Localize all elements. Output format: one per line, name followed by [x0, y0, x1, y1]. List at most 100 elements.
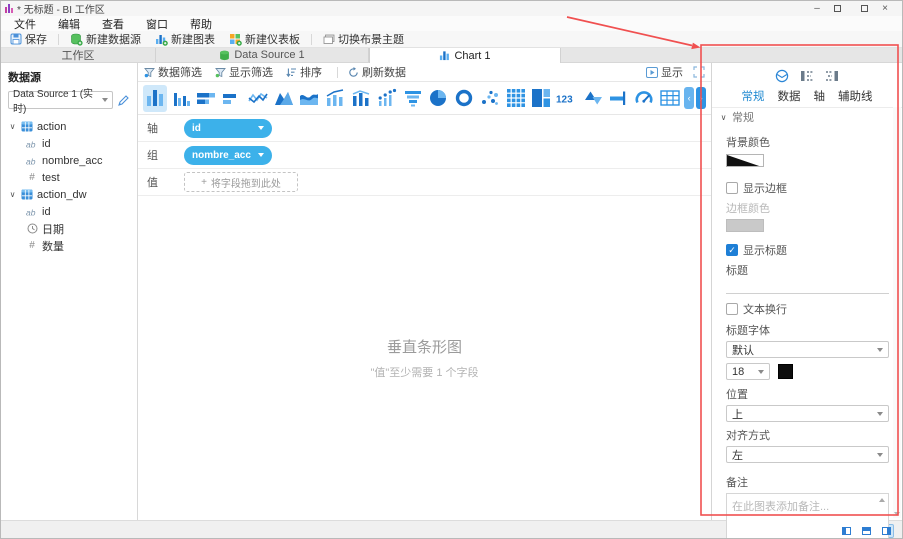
new-dashboard-button[interactable]: 新建仪表板 — [224, 32, 305, 47]
value-label: 值 — [147, 174, 184, 190]
align-select[interactable]: 左 — [726, 446, 889, 463]
bar-line-combo-chart-button[interactable] — [323, 85, 347, 112]
tree-field-test[interactable]: # test — [8, 169, 130, 186]
string-field-icon: ab — [25, 139, 39, 149]
bullet-chart-button[interactable] — [607, 85, 631, 112]
horizontal-bar-chart-button[interactable] — [220, 85, 244, 112]
tree-table-action[interactable]: ∨ action — [8, 118, 130, 135]
display-button[interactable]: 显示 — [646, 64, 683, 80]
scroll-down-icon — [894, 512, 900, 516]
table-icon — [20, 189, 34, 200]
tab-datasource-label: Data Source 1 — [234, 49, 304, 61]
scroll-up-icon[interactable] — [879, 498, 885, 502]
tab-chart[interactable]: Chart 1 — [369, 48, 561, 63]
refresh-label: 刷新数据 — [362, 64, 406, 80]
chart-types-next-button[interactable]: › — [696, 87, 706, 109]
datasource-select[interactable]: Data Source 1 (实时) — [8, 91, 113, 109]
save-button[interactable]: 保存 — [5, 32, 52, 47]
gauge-chart-button[interactable] — [633, 85, 657, 112]
tree-table-action-dw[interactable]: ∨ action_dw — [8, 186, 130, 203]
app-logo-icon — [5, 4, 13, 13]
align-value: 左 — [732, 447, 743, 463]
axis-label: 轴 — [147, 120, 184, 136]
filter-icon — [144, 67, 155, 78]
grouped-bar-chart-button[interactable] — [169, 85, 193, 112]
show-title-checkbox[interactable]: ✓ — [726, 244, 738, 256]
panel-layout-right-icon[interactable] — [825, 70, 839, 82]
tree-field-id-dw[interactable]: ab id — [8, 203, 130, 220]
tree-field-nombre-acc[interactable]: ab nombre_acc — [8, 152, 130, 169]
new-chart-button[interactable]: 新建图表 — [150, 32, 220, 47]
palette-icon[interactable] — [775, 69, 789, 83]
axis-field-chip[interactable]: id — [184, 119, 272, 138]
svg-text:ab: ab — [26, 207, 36, 217]
tab-datasource[interactable]: Data Source 1 — [156, 48, 369, 62]
up-down-indicator-button[interactable] — [581, 85, 605, 112]
sort-button[interactable]: 排序 — [286, 64, 322, 80]
tab-workspace[interactable]: 工作区 — [1, 48, 156, 62]
treemap-button[interactable] — [529, 85, 553, 112]
panel-layout-left-icon[interactable] — [800, 70, 814, 82]
group-field-chip[interactable]: nombre_acc — [184, 146, 272, 165]
collapse-icon[interactable]: ∨ — [8, 190, 17, 199]
panel-tab-data[interactable]: 数据 — [778, 88, 801, 104]
tree-field-date[interactable]: 日期 — [8, 220, 130, 237]
show-border-checkbox[interactable] — [726, 182, 738, 194]
position-select[interactable]: 上 — [726, 405, 889, 422]
collapse-icon[interactable]: ∨ — [8, 122, 17, 131]
menu-file[interactable]: 文件 — [3, 16, 47, 32]
data-filter-label: 数据筛选 — [158, 64, 202, 80]
restore-button[interactable] — [834, 1, 868, 16]
pie-chart-button[interactable] — [426, 85, 450, 112]
switch-theme-button[interactable]: 切换布景主题 — [318, 32, 409, 47]
area-chart-button[interactable] — [272, 85, 296, 112]
chart-types-prev-button[interactable]: ‹ — [684, 87, 694, 109]
new-datasource-button[interactable]: 新建数据源 — [65, 32, 146, 47]
kpi-number-button[interactable]: 123 — [555, 85, 579, 112]
panel-tab-general[interactable]: 常规 — [742, 88, 765, 104]
plus-icon: + — [201, 177, 207, 188]
sort-label: 排序 — [300, 64, 322, 80]
stacked-horizontal-bar-chart-button[interactable] — [195, 85, 219, 112]
vertical-bar-chart-button[interactable] — [143, 85, 167, 112]
display-filter-button[interactable]: 显示筛选 — [215, 64, 273, 80]
pareto-chart-button[interactable] — [375, 85, 399, 112]
line-chart-button[interactable] — [246, 85, 270, 112]
background-color-swatch[interactable] — [726, 154, 764, 167]
smooth-area-chart-button[interactable] — [298, 85, 322, 112]
close-button[interactable]: × — [868, 1, 902, 16]
title-input[interactable] — [726, 280, 889, 294]
menu-window[interactable]: 窗口 — [135, 16, 179, 32]
font-size-select[interactable]: 18 — [726, 363, 770, 380]
font-size-value: 18 — [732, 366, 744, 378]
edit-pencil-icon[interactable] — [117, 94, 130, 107]
fullscreen-icon[interactable] — [693, 66, 705, 78]
filter-icon — [215, 67, 226, 78]
donut-chart-button[interactable] — [452, 85, 476, 112]
data-table-button[interactable] — [658, 85, 682, 112]
panel-tab-axis[interactable]: 轴 — [814, 88, 826, 104]
funnel-chart-button[interactable] — [401, 85, 425, 112]
value-drop-zone[interactable]: + 将字段拖到此处 — [184, 172, 298, 192]
refresh-data-button[interactable]: 刷新数据 — [348, 64, 406, 80]
panel-scrollbar[interactable] — [893, 107, 901, 518]
svg-text:ab: ab — [26, 156, 36, 166]
text-wrap-checkbox[interactable] — [726, 303, 738, 315]
heatmap-button[interactable] — [504, 85, 528, 112]
scatter-plot-button[interactable] — [478, 85, 502, 112]
layout-top-icon — [862, 527, 871, 535]
panel-tab-guides[interactable]: 辅助线 — [838, 88, 873, 104]
menu-view[interactable]: 查看 — [91, 16, 135, 32]
general-section-header[interactable]: ∨ 常规 — [712, 107, 902, 126]
tree-field-quantity[interactable]: # 数量 — [8, 237, 130, 254]
chart-toolbar: 数据筛选 显示筛选 排序 刷新数据 显示 — [138, 63, 711, 82]
menu-edit[interactable]: 编辑 — [47, 16, 91, 32]
menu-help[interactable]: 帮助 — [179, 16, 223, 32]
title-font-select[interactable]: 默认 — [726, 341, 889, 358]
refresh-icon — [348, 67, 359, 78]
data-filter-button[interactable]: 数据筛选 — [144, 64, 202, 80]
minimize-button[interactable]: – — [800, 1, 834, 16]
tree-field-id[interactable]: ab id — [8, 135, 130, 152]
title-font-color-swatch[interactable] — [778, 364, 793, 379]
combo-chart-button[interactable] — [349, 85, 373, 112]
